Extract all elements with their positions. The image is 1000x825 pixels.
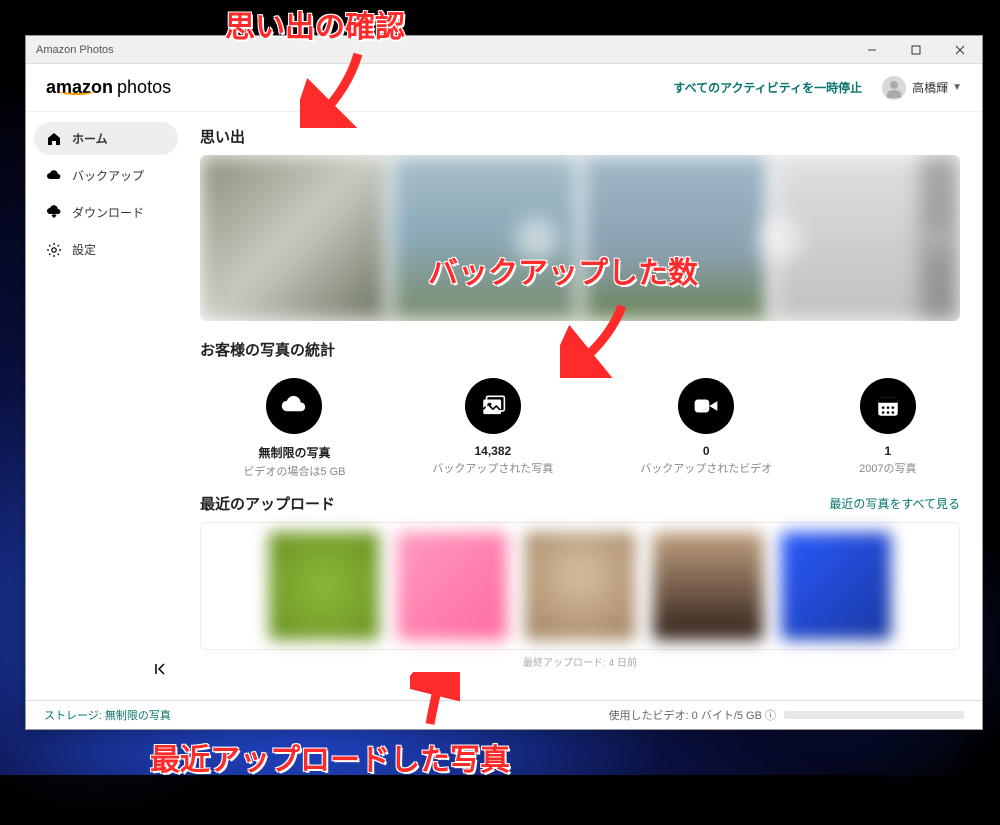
memories-carousel[interactable]: 示 — [200, 155, 960, 321]
memory-card[interactable] — [200, 155, 387, 321]
maximize-button[interactable] — [894, 36, 938, 64]
calendar-icon — [860, 378, 916, 434]
stat-title: 無制限の写真 — [243, 444, 345, 461]
footer-right: 使用したビデオ: 0 バイト/5 GB ⓘ — [609, 707, 964, 723]
sidebar-item-backup[interactable]: バックアップ — [34, 159, 178, 192]
sidebar-item-download[interactable]: ダウンロード — [34, 196, 178, 229]
stat-backed-photos: 14,382 バックアップされた写真 — [432, 378, 553, 479]
stat-title: 0 — [640, 444, 772, 458]
main-content: 思い出 示 お客様の写真の統計 無制限の写真 ビデオの場合は5 GB — [186, 112, 982, 700]
app-header: amazonphotos すべてのアクティビティを一時停止 高橋輝 ▼ — [26, 64, 982, 112]
sidebar: ホーム バックアップ ダウンロード 設定 — [26, 112, 186, 700]
sidebar-item-home[interactable]: ホーム — [34, 122, 178, 155]
username-label[interactable]: 高橋輝 — [912, 79, 948, 96]
memory-card[interactable] — [582, 155, 769, 321]
logo-brand: amazon — [46, 77, 113, 97]
sidebar-item-label: バックアップ — [72, 167, 144, 184]
footer-storage-label[interactable]: ストレージ: 無制限の写真 — [44, 707, 171, 723]
gear-icon — [46, 242, 62, 258]
carousel-next-label: 示 — [929, 222, 951, 254]
upload-thumb[interactable] — [397, 532, 507, 640]
play-icon[interactable] — [515, 217, 559, 261]
sidebar-item-label: 設定 — [72, 241, 96, 258]
cloud-icon — [266, 378, 322, 434]
photos-icon — [465, 378, 521, 434]
stat-unlimited-photos: 無制限の写真 ビデオの場合は5 GB — [243, 378, 345, 479]
sidebar-item-label: ダウンロード — [72, 204, 144, 221]
upload-thumb[interactable] — [269, 532, 379, 640]
stat-title: 14,382 — [432, 444, 553, 458]
sidebar-item-settings[interactable]: 設定 — [34, 233, 178, 266]
cloud-icon — [46, 168, 62, 184]
titlebar-title: Amazon Photos — [36, 44, 114, 56]
stat-sub: バックアップされたビデオ — [640, 460, 772, 476]
pause-activity-link[interactable]: すべてのアクティビティを一時停止 — [673, 79, 862, 96]
stat-sub: ビデオの場合は5 GB — [243, 463, 345, 479]
uploads-title: 最近のアップロード — [200, 493, 335, 514]
stat-year-photos: 1 2007の写真 — [859, 378, 916, 479]
upload-thumb[interactable] — [525, 532, 635, 640]
uploads-strip — [200, 522, 960, 650]
stat-backed-videos: 0 バックアップされたビデオ — [640, 378, 772, 479]
home-icon — [46, 131, 62, 147]
footer-usage-label: 使用したビデオ: 0 バイト/5 GB ⓘ — [609, 707, 776, 723]
sidebar-item-label: ホーム — [72, 130, 108, 147]
logo-product: photos — [117, 77, 171, 97]
uploads-header: 最近のアップロード 最近の写真をすべて見る — [200, 493, 960, 514]
titlebar-controls — [850, 36, 982, 64]
stat-title: 1 — [859, 444, 916, 458]
collapse-sidebar-button[interactable] — [148, 656, 178, 682]
storage-progress-bar — [784, 711, 964, 719]
upload-thumb[interactable] — [653, 532, 763, 640]
dropdown-caret-icon[interactable]: ▼ — [952, 82, 962, 93]
minimize-button[interactable] — [850, 36, 894, 64]
play-icon[interactable] — [758, 217, 802, 261]
stats-row: 無制限の写真 ビデオの場合は5 GB 14,382 バックアップされた写真 0 … — [200, 378, 960, 479]
close-button[interactable] — [938, 36, 982, 64]
logo: amazonphotos — [46, 77, 171, 98]
titlebar: Amazon Photos — [26, 36, 982, 64]
download-icon — [46, 205, 62, 221]
upload-thumb[interactable] — [781, 532, 891, 640]
uploads-caption: 最終アップロード: 4 日前 — [200, 654, 960, 669]
carousel-next-button[interactable]: 示 — [920, 155, 960, 321]
stats-title: お客様の写真の統計 — [200, 339, 960, 360]
stat-sub: 2007の写真 — [859, 460, 916, 476]
video-icon — [678, 378, 734, 434]
app-window: Amazon Photos amazonphotos すべてのアクティビティを一… — [25, 35, 983, 730]
stat-sub: バックアップされた写真 — [432, 460, 553, 476]
memories-title: 思い出 — [200, 126, 960, 147]
avatar-icon[interactable] — [882, 76, 906, 100]
view-all-link[interactable]: 最近の写真をすべて見る — [829, 495, 960, 512]
footer: ストレージ: 無制限の写真 使用したビデオ: 0 バイト/5 GB ⓘ — [26, 700, 982, 729]
